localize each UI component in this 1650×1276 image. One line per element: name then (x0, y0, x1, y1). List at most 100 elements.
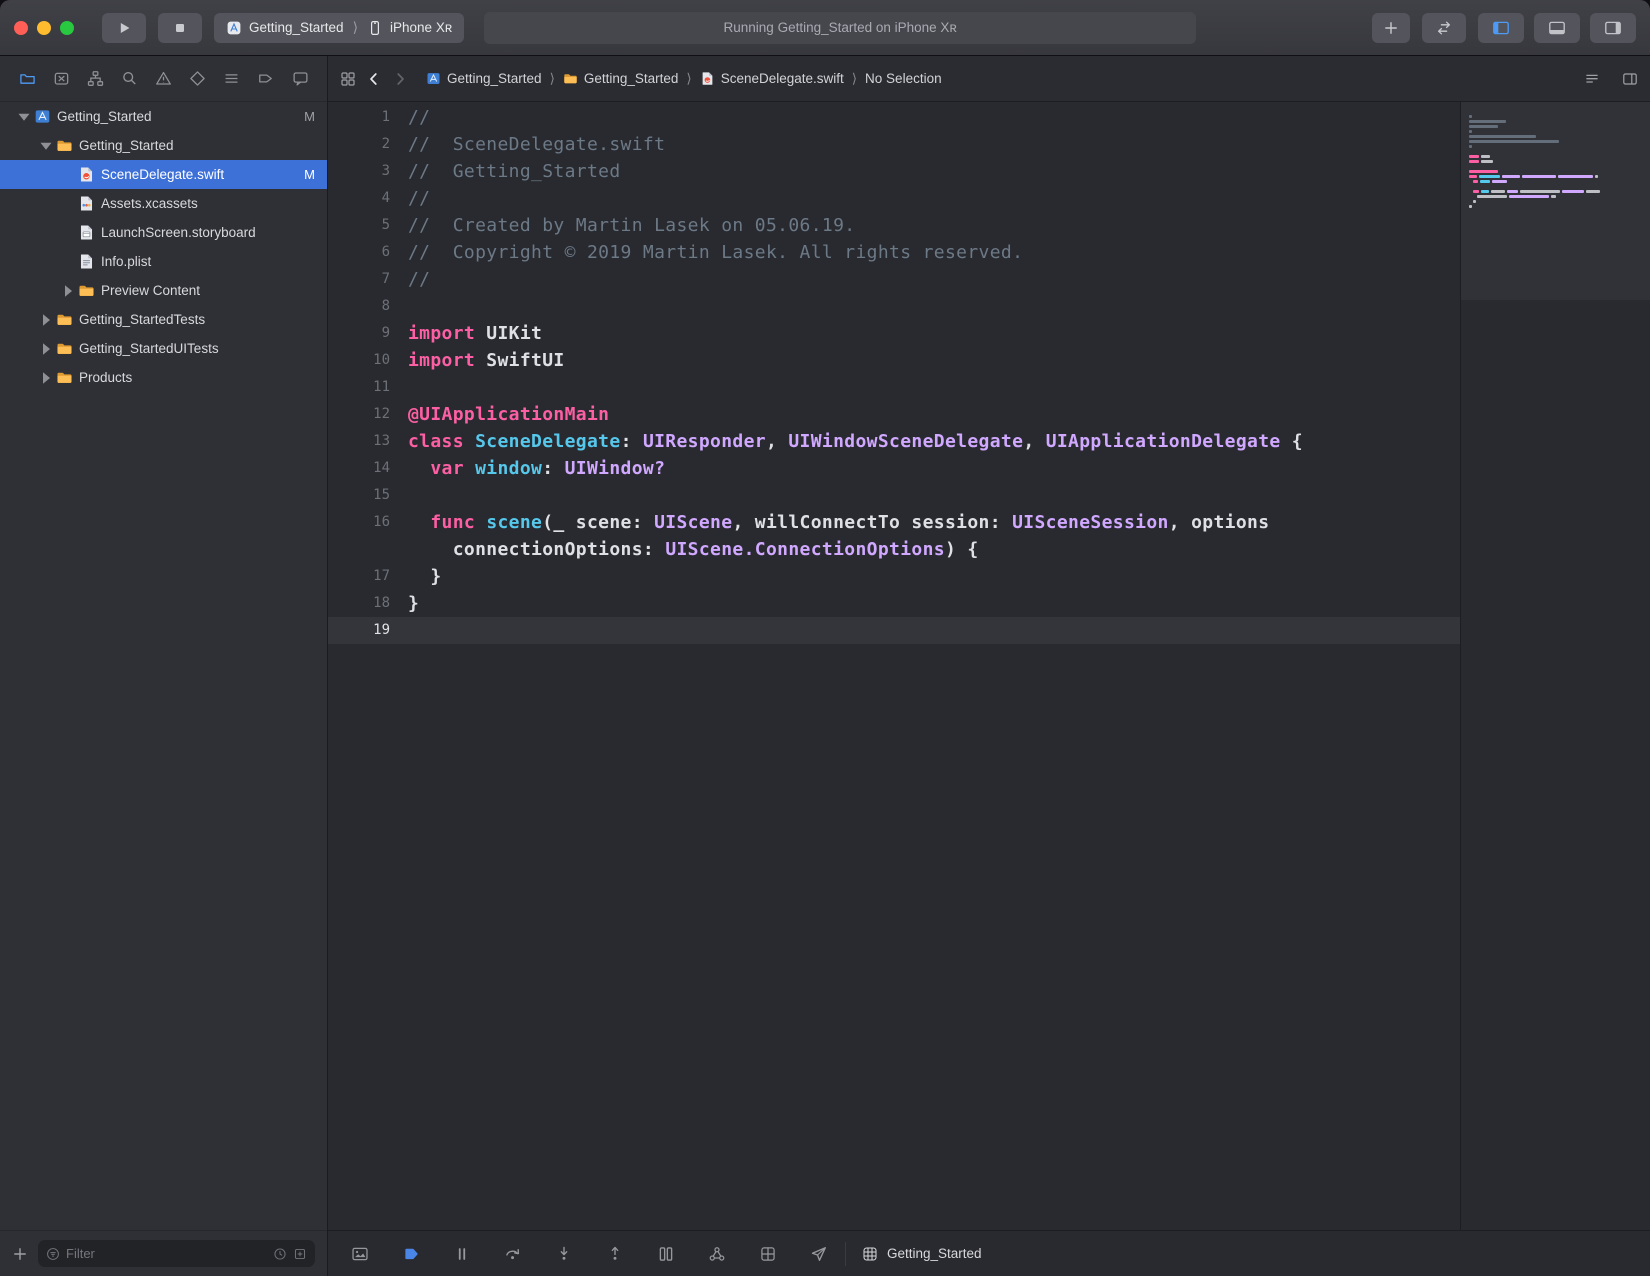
step-out-button[interactable] (605, 1244, 625, 1264)
tree-item-getting-started[interactable]: Getting_StartedM (0, 102, 327, 131)
swap-arrows-icon (1436, 20, 1452, 36)
stop-icon (172, 20, 188, 36)
tree-item-assets-xcassets[interactable]: Assets.xcassets (0, 189, 327, 218)
toggle-inspector-button[interactable] (1590, 13, 1636, 43)
step-into-button[interactable] (554, 1244, 574, 1264)
line-number: 19 (328, 617, 390, 644)
line-number: 13 (328, 428, 390, 455)
code-line-2: 2// SceneDelegate.swift (328, 131, 1460, 158)
editor-swap-button[interactable] (1422, 13, 1466, 43)
source-control-icon (53, 70, 70, 87)
recent-files-filter-icon[interactable] (273, 1247, 287, 1261)
related-items-button[interactable] (340, 71, 356, 87)
tree-item-products[interactable]: Products (0, 363, 327, 392)
tree-item-getting-started[interactable]: Getting_Started (0, 131, 327, 160)
library-button[interactable] (1372, 13, 1410, 43)
tree-item-launchscreen-storyboard[interactable]: LaunchScreen.storyboard (0, 218, 327, 247)
symbol-icon (87, 70, 104, 87)
activity-viewer: Running Getting_Started on iPhone Xʀ (484, 12, 1196, 44)
debug-navigator-tab[interactable] (219, 66, 245, 92)
plus-icon (1383, 20, 1399, 36)
symbol-navigator-tab[interactable] (82, 66, 108, 92)
breakpoint-navigator-tab[interactable] (253, 66, 279, 92)
disclosure-closed-icon[interactable] (36, 310, 56, 330)
panel-bottom-icon (1548, 19, 1566, 37)
breadcrumb-item-no-selection[interactable]: No Selection (865, 71, 942, 86)
tree-item-preview-content[interactable]: Preview Content (0, 276, 327, 305)
code-line-1: 1// (328, 104, 1460, 131)
editor-display-button[interactable] (350, 1244, 370, 1264)
disclosure-closed-icon[interactable] (58, 281, 78, 301)
line-number: 3 (328, 158, 390, 185)
disclosure-closed-icon[interactable] (36, 339, 56, 359)
test-navigator-tab[interactable] (185, 66, 211, 92)
add-editor-button[interactable] (1622, 71, 1638, 87)
code-line-16: 16 func scene(_ scene: UIScene, willConn… (328, 509, 1460, 536)
tree-item-info-plist[interactable]: Info.plist (0, 247, 327, 276)
scheme-selector[interactable]: Getting_Started ⟩ iPhone Xʀ (214, 13, 464, 43)
editor-options-button[interactable] (1584, 71, 1600, 87)
app-icon (226, 20, 242, 36)
breadcrumb: Getting_Started⟩Getting_Started⟩SceneDel… (426, 71, 1574, 87)
minimap[interactable] (1460, 102, 1650, 1230)
environment-overrides-button[interactable] (758, 1244, 778, 1264)
process-name: Getting_Started (887, 1246, 982, 1261)
disclosure-open-icon[interactable] (36, 136, 56, 156)
code-editor[interactable]: 1//2// SceneDelegate.swift3// Getting_St… (328, 102, 1460, 1230)
line-number: 18 (328, 590, 390, 617)
add-file-button[interactable] (12, 1246, 28, 1262)
zoom-window-button[interactable] (60, 21, 74, 35)
simulate-location-button[interactable] (809, 1244, 829, 1264)
code-line-7: 7// (328, 266, 1460, 293)
folder-file-icon (56, 311, 73, 328)
step-over-button[interactable] (503, 1244, 523, 1264)
run-button[interactable] (102, 13, 146, 43)
code-line-17: 17 } (328, 563, 1460, 590)
filter-input[interactable] (66, 1246, 267, 1261)
filter-field[interactable] (38, 1240, 315, 1267)
source-control-navigator-tab[interactable] (48, 66, 74, 92)
forward-button[interactable] (392, 71, 408, 87)
diamond-icon (189, 70, 206, 87)
toggle-debug-area-button[interactable] (1534, 13, 1580, 43)
line-number: 8 (328, 293, 390, 320)
back-button[interactable] (366, 71, 382, 87)
minimize-window-button[interactable] (37, 21, 51, 35)
breadcrumb-separator: ⟩ (550, 71, 555, 87)
code-line-6: 6// Copyright © 2019 Martin Lasek. All r… (328, 239, 1460, 266)
breakpoints-toggle-button[interactable] (401, 1244, 421, 1264)
line-number: 14 (328, 455, 390, 482)
source-control-filter-icon[interactable] (293, 1247, 307, 1261)
tree-item-scenedelegate-swift[interactable]: SceneDelegate.swiftM (0, 160, 327, 189)
search-icon (121, 70, 138, 87)
jump-bar-actions (1584, 71, 1638, 87)
app-grid-icon (862, 1246, 878, 1262)
report-navigator-tab[interactable] (287, 66, 313, 92)
folder-file-icon (56, 340, 73, 357)
view-hierarchy-button[interactable] (656, 1244, 676, 1264)
tree-item-getting-startedtests[interactable]: Getting_StartedTests (0, 305, 327, 334)
breadcrumb-item-scenedelegate-swift[interactable]: SceneDelegate.swift (700, 71, 844, 86)
disclosure-open-icon[interactable] (14, 107, 34, 127)
tree-item-getting-starteduitests[interactable]: Getting_StartedUITests (0, 334, 327, 363)
toggle-navigator-button[interactable] (1478, 13, 1524, 43)
phone-icon (367, 20, 383, 36)
breadcrumb-item-getting-started[interactable]: Getting_Started (563, 71, 679, 86)
find-navigator-tab[interactable] (116, 66, 142, 92)
line-number: 15 (328, 482, 390, 509)
memory-graph-button[interactable] (707, 1244, 727, 1264)
close-window-button[interactable] (14, 21, 28, 35)
editor-options-icon (1584, 71, 1600, 87)
panel-toggles (1478, 13, 1636, 43)
stop-button[interactable] (158, 13, 202, 43)
pause-button[interactable] (452, 1244, 472, 1264)
disclosure-closed-icon[interactable] (36, 368, 56, 388)
line-number: 2 (328, 131, 390, 158)
warning-icon (155, 70, 172, 87)
issue-navigator-tab[interactable] (151, 66, 177, 92)
assets-file-icon (78, 195, 95, 212)
project-navigator-tab[interactable] (14, 66, 40, 92)
breadcrumb-item-getting-started[interactable]: Getting_Started (426, 71, 542, 86)
running-process-chip[interactable]: Getting_Started (845, 1242, 982, 1266)
chevron-left-icon (366, 71, 382, 87)
